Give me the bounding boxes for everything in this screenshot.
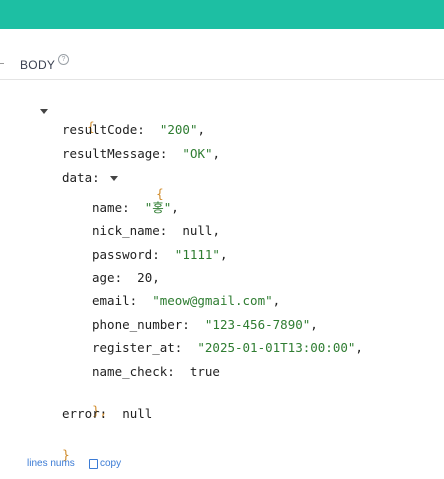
json-value-boolean: true — [189, 364, 220, 379]
json-value-number: 20 — [137, 270, 153, 285]
json-value-string: "홍" — [144, 200, 172, 215]
json-row-error: error: null — [62, 406, 152, 422]
json-key: data: — [62, 170, 100, 185]
json-row-data: data: — [62, 170, 100, 186]
json-row-name: name: "홍", — [92, 200, 179, 215]
json-row-resultCode: resultCode: "200", — [62, 122, 206, 137]
json-value-null: null — [182, 223, 213, 238]
json-key: resultCode: — [62, 122, 145, 137]
json-key: name_check: — [92, 364, 175, 379]
json-key: resultMessage: — [62, 146, 168, 161]
json-key: error: — [62, 406, 108, 421]
json-key: register_at: — [92, 340, 183, 355]
json-row-phone_number: phone_number: "123-456-7890", — [92, 317, 318, 332]
copy-icon[interactable] — [89, 459, 98, 469]
data-open-brace: { — [156, 186, 164, 201]
lines-nums-toggle[interactable]: lines nums — [27, 458, 75, 469]
json-key: password: — [92, 247, 160, 262]
json-value-string: "OK" — [182, 146, 213, 161]
collapse-data-toggle-icon[interactable] — [110, 176, 118, 181]
collapse-root-toggle-icon[interactable] — [40, 109, 48, 114]
json-row-name_check: name_check: true — [92, 364, 220, 380]
json-value-string: "123-456-7890" — [204, 317, 311, 332]
json-row-age: age: 20, — [92, 270, 160, 285]
json-row-password: password: "1111", — [92, 247, 228, 262]
json-value-string: "1111" — [174, 247, 220, 262]
json-value-string: "2025-01-01T13:00:00" — [197, 340, 356, 355]
json-key: phone_number: — [92, 317, 190, 332]
json-value-null: null — [122, 406, 153, 421]
json-row-register_at: register_at: "2025-01-01T13:00:00", — [92, 340, 363, 355]
json-key: name: — [92, 200, 130, 215]
json-key: age: — [92, 270, 123, 285]
json-response-viewer: { resultCode: "200", resultMessage: "OK"… — [0, 0, 444, 473]
json-key: email: — [92, 293, 138, 308]
copy-button[interactable]: copy — [100, 458, 121, 469]
json-row-nick_name: nick_name: null, — [92, 223, 220, 238]
json-value-string: "meow@gmail.com" — [152, 293, 273, 308]
json-row-email: email: "meow@gmail.com", — [92, 293, 281, 308]
json-key: nick_name: — [92, 223, 168, 238]
json-row-resultMessage: resultMessage: "OK", — [62, 146, 221, 161]
json-value-string: "200" — [159, 122, 198, 137]
